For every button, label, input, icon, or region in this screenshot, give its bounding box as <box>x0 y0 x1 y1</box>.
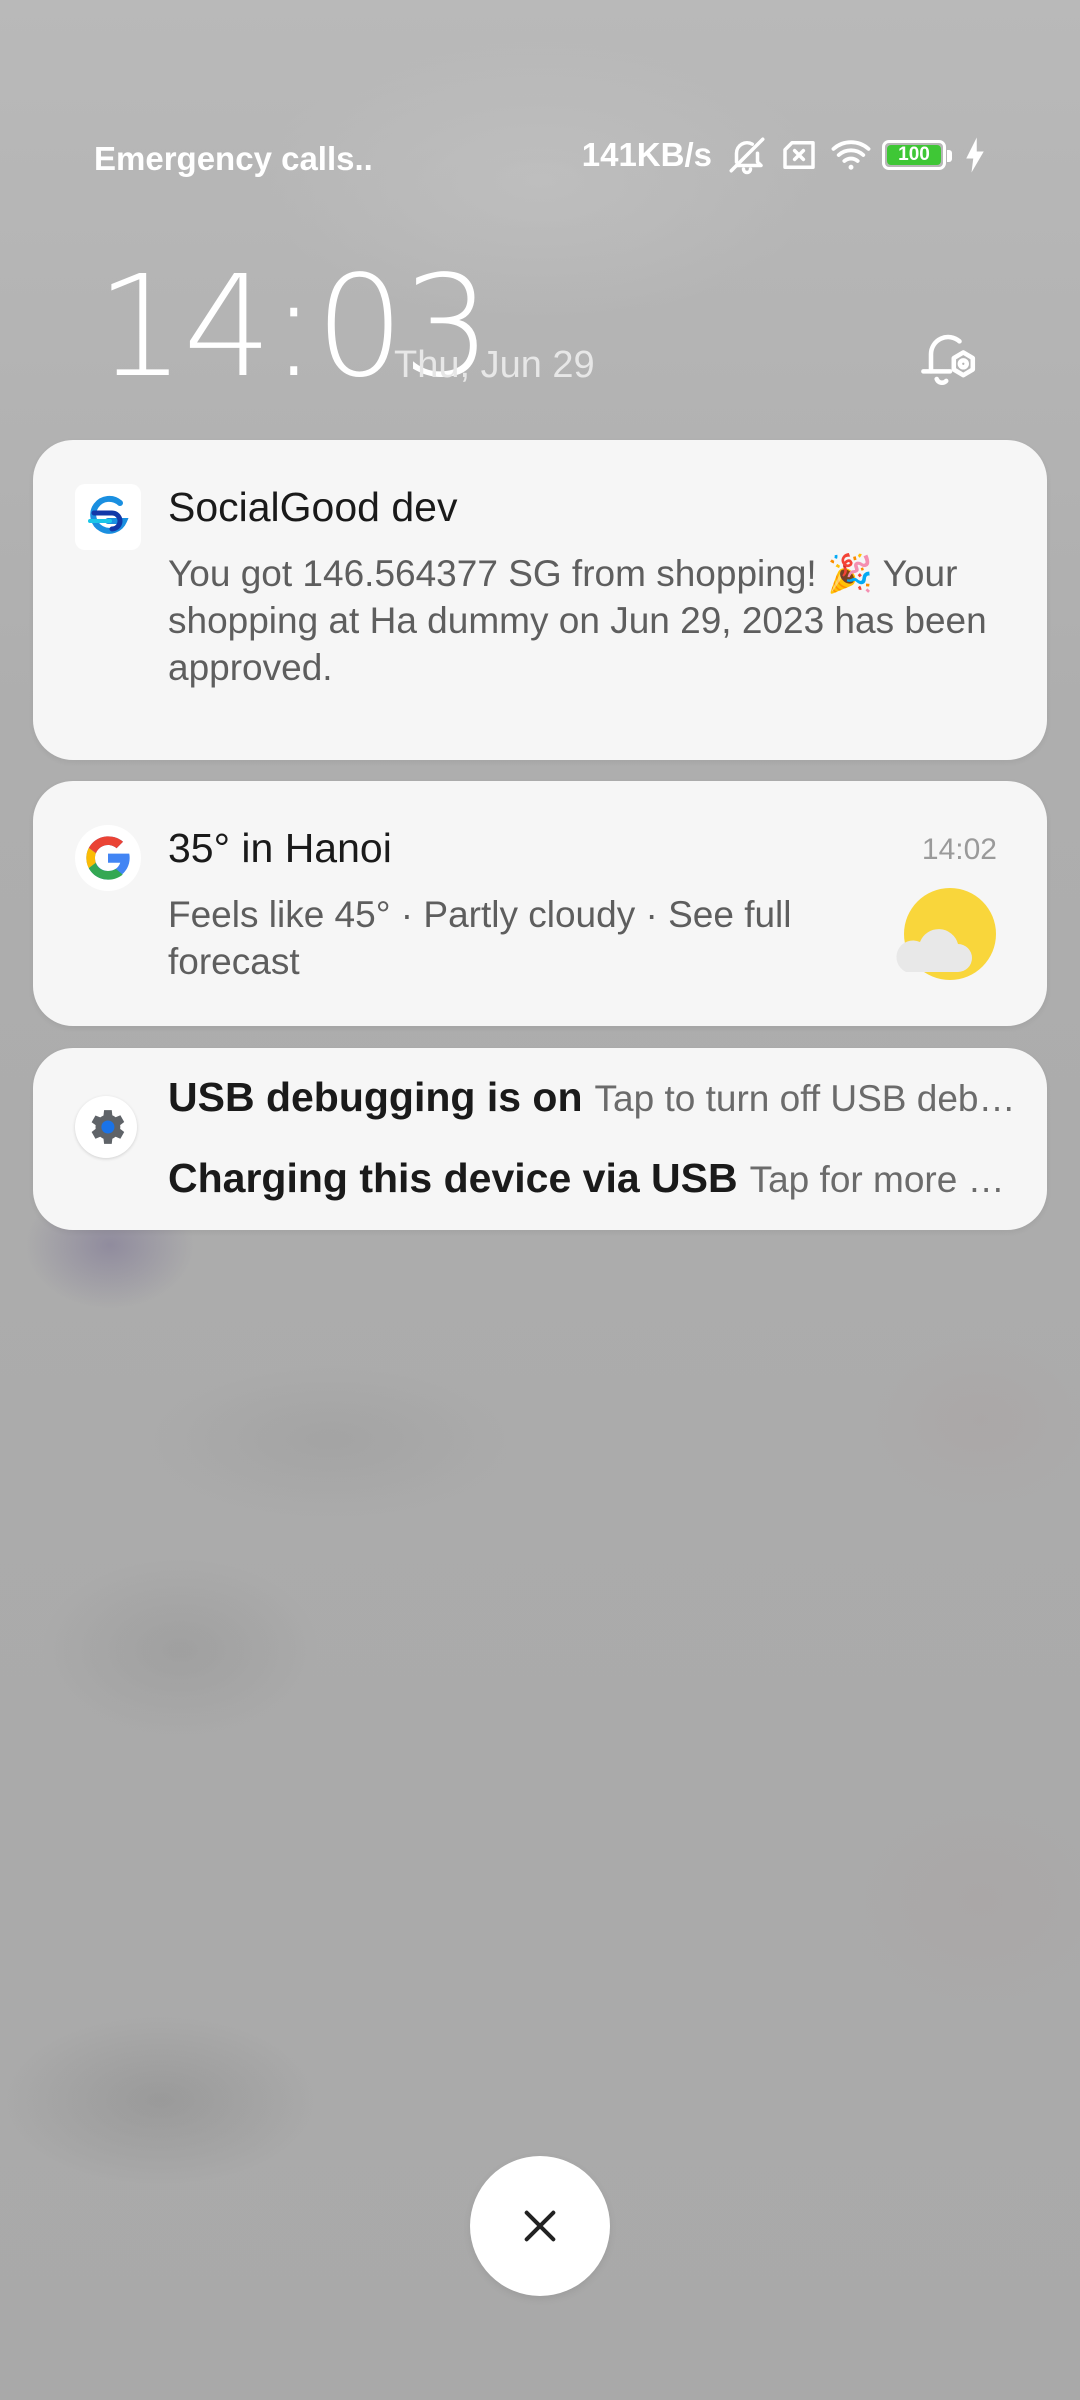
notification-title: 35° in Hanoi <box>168 825 392 871</box>
notification-time: 14:02 <box>921 833 997 866</box>
network-speed: 141KB/s <box>581 136 712 173</box>
status-bar: Emergency calls.. 141KB/s 100 <box>0 128 1080 190</box>
notification-title: Charging this device via USB <box>168 1155 738 1201</box>
notification-body: You got 146.564377 SG from shopping! 🎉 Y… <box>168 553 987 688</box>
notification-socialgood[interactable]: SocialGood dev You got 146.564377 SG fro… <box>33 440 1047 760</box>
notification-title: USB debugging is on <box>168 1074 583 1120</box>
lockscreen-date: Thu, Jun 29 <box>394 344 595 386</box>
close-icon <box>524 2210 556 2242</box>
alarm-settings-icon[interactable] <box>912 322 988 398</box>
usb-debugging-row[interactable]: USB debugging is on Tap to turn off USB d… <box>168 1074 1018 1121</box>
notification-text: Tap for more options <box>749 1159 1018 1200</box>
notification-text: Tap to turn off USB debugging <box>594 1078 1018 1119</box>
notification-title: SocialGood dev <box>168 484 458 530</box>
alarm-muted-icon <box>729 137 765 175</box>
usb-charging-row[interactable]: Charging this device via USB Tap for more… <box>168 1155 1018 1202</box>
notification-weather[interactable]: 35° in Hanoi 14:02 Feels like 45° · Part… <box>33 781 1047 1026</box>
carrier-label: Emergency calls.. <box>94 140 373 177</box>
android-settings-icon <box>75 1096 137 1158</box>
notification-body: Feels like 45° · Partly cloudy · See ful… <box>168 894 792 982</box>
notification-usb[interactable]: USB debugging is on Tap to turn off USB d… <box>33 1048 1047 1230</box>
status-icons: 141KB/s 100 <box>582 134 988 176</box>
battery-icon: 100 <box>882 140 952 170</box>
google-logo-icon <box>75 825 141 891</box>
wifi-icon <box>831 140 871 170</box>
charging-bolt-icon <box>966 137 984 173</box>
battery-level: 100 <box>898 144 930 165</box>
socialgood-logo-icon <box>75 484 141 550</box>
no-sim-icon <box>783 141 815 169</box>
partly-cloudy-icon <box>896 888 996 980</box>
clear-notifications-button[interactable] <box>470 2156 610 2296</box>
